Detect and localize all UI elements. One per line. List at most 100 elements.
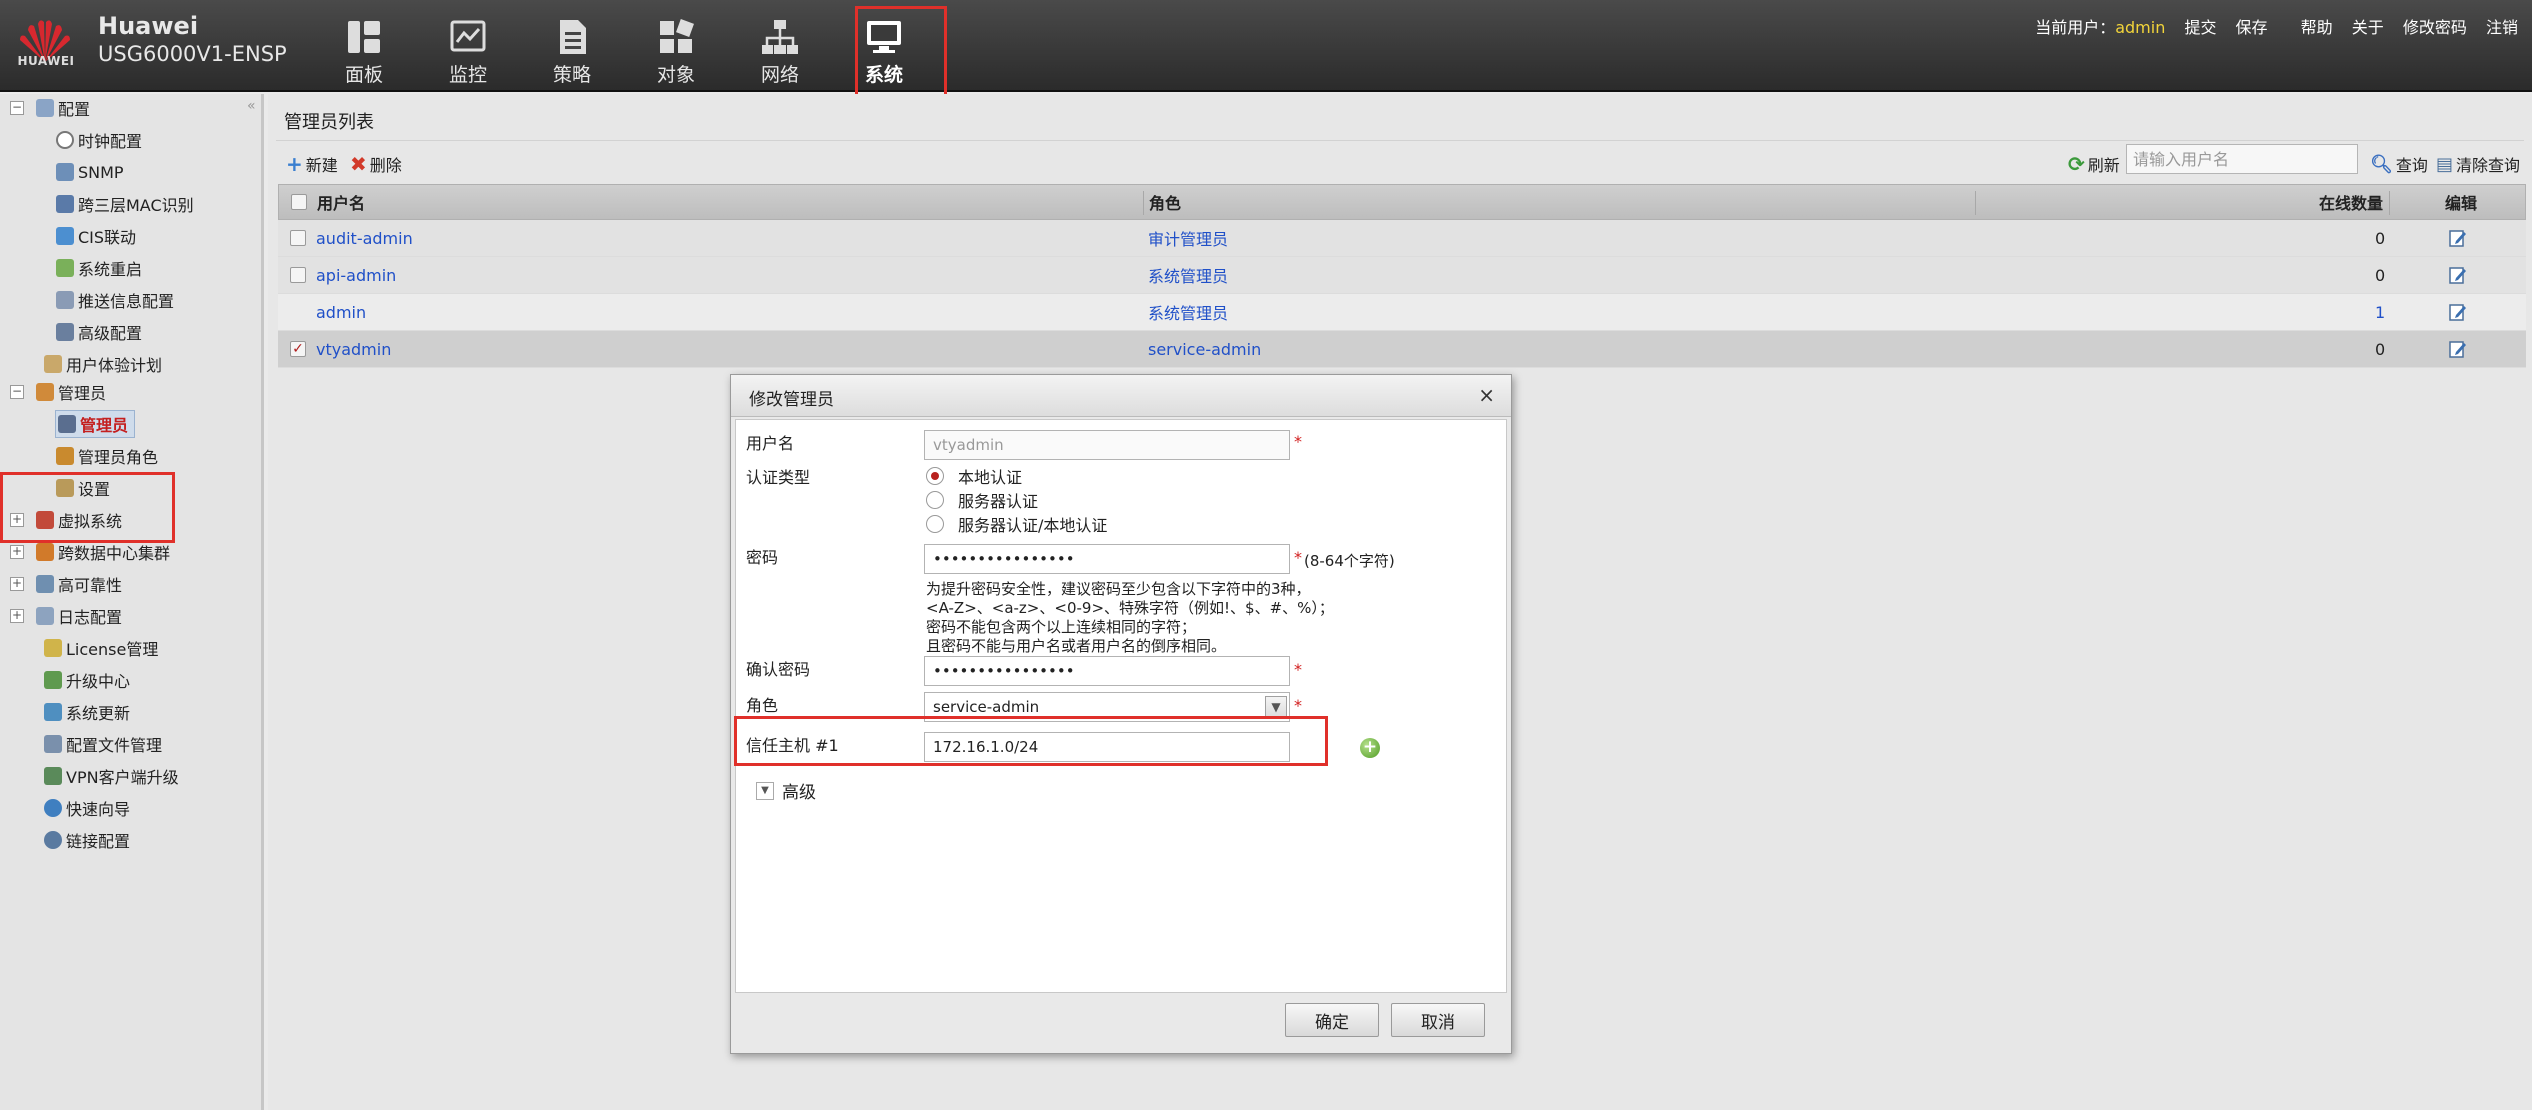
tree-label: 管理员 xyxy=(80,416,129,435)
edit-button[interactable] xyxy=(2448,220,2468,256)
add-trusted-host-icon[interactable]: + xyxy=(1360,738,1380,758)
tree-node-admin[interactable]: − 管理员 xyxy=(10,378,106,406)
search-input[interactable] xyxy=(2126,144,2358,174)
query-button[interactable]: 🔍︎ 查询 xyxy=(2370,152,2428,176)
chevron-down-icon[interactable]: ▼ xyxy=(1265,696,1287,718)
tree-label: 系统重启 xyxy=(78,260,143,279)
col-role[interactable]: 角色 xyxy=(1149,185,1181,219)
edit-button[interactable] xyxy=(2448,294,2468,330)
hint-line: 为提升密码安全性，建议密码至少包含以下字符中的3种， xyxy=(926,580,1311,598)
checkbox[interactable] xyxy=(291,194,307,210)
tree-node-admin-list[interactable]: 管理员 xyxy=(0,410,175,438)
table-row[interactable]: ✓ vtyadmin service-admin 0 xyxy=(278,331,2526,368)
submit-link[interactable]: 提交 xyxy=(2184,18,2216,37)
tree-node-update[interactable]: 系统更新 xyxy=(44,698,130,726)
nav-label: 监控 xyxy=(448,64,487,86)
radio[interactable] xyxy=(926,515,944,533)
table-row[interactable]: audit-admin 审计管理员 0 xyxy=(278,220,2526,257)
table-row[interactable]: admin 系统管理员 1 xyxy=(278,294,2526,331)
expand-arrow-icon[interactable]: ▼ xyxy=(756,781,774,800)
new-label: 新建 xyxy=(305,156,338,175)
tree-node-ha[interactable]: + 高可靠性 xyxy=(10,570,122,598)
tree-node-license[interactable]: License管理 xyxy=(44,634,158,662)
tree-label: 用户体验计划 xyxy=(66,356,163,375)
dialog-title-bar[interactable]: 修改管理员 × xyxy=(731,375,1511,417)
tree-node-push[interactable]: 推送信息配置 xyxy=(56,286,174,314)
online-count-link[interactable]: 1 xyxy=(2375,294,2385,330)
auth-server-radio[interactable]: 服务器认证 xyxy=(926,488,1038,512)
radio-selected[interactable] xyxy=(926,467,944,485)
tree-node-config-file[interactable]: 配置文件管理 xyxy=(44,730,162,758)
close-icon[interactable]: × xyxy=(1478,383,1495,407)
role-link[interactable]: service-admin xyxy=(1148,331,1261,367)
cancel-button[interactable]: 取消 xyxy=(1391,1003,1485,1037)
advanced-toggle[interactable]: ▼ 高级 xyxy=(756,778,816,803)
role-link[interactable]: 审计管理员 xyxy=(1148,220,1228,256)
row-checkbox[interactable] xyxy=(290,230,306,246)
expand-toggle[interactable]: + xyxy=(10,609,24,623)
delete-button[interactable]: ✖ 删除 xyxy=(350,152,402,176)
tree-node-log[interactable]: + 日志配置 xyxy=(10,602,122,630)
expand-toggle[interactable]: + xyxy=(10,577,24,591)
table-row[interactable]: api-admin 系统管理员 0 xyxy=(278,257,2526,294)
tree-node-advanced[interactable]: 高级配置 xyxy=(56,318,142,346)
tree-node-reboot[interactable]: 系统重启 xyxy=(56,254,142,282)
username-link[interactable]: vtyadmin xyxy=(316,331,391,367)
tree-node-admin-role[interactable]: 管理员角色 xyxy=(56,442,158,470)
tree-node-ux-plan[interactable]: 用户体验计划 xyxy=(44,350,162,378)
admin-role-icon xyxy=(56,447,74,465)
select-all-checkbox[interactable] xyxy=(291,185,307,219)
col-online[interactable]: 在线数量 xyxy=(2319,185,2383,219)
new-button[interactable]: + 新建 xyxy=(286,152,338,176)
column-separator xyxy=(1975,191,1976,215)
tree-node-mac[interactable]: 跨三层MAC识别 xyxy=(56,190,194,218)
tree-node-clock[interactable]: 时钟配置 xyxy=(56,126,142,154)
nav-network[interactable]: 网络 xyxy=(728,0,832,92)
tree-node-vpn-client[interactable]: VPN客户端升级 xyxy=(44,762,179,790)
change-password-link[interactable]: 修改密码 xyxy=(2403,18,2467,37)
password-length-note: (8-64个字符) xyxy=(1304,552,1395,570)
logout-link[interactable]: 注销 xyxy=(2486,18,2518,37)
sidebar-collapse-button[interactable]: « xyxy=(247,98,256,114)
username-link[interactable]: audit-admin xyxy=(316,220,413,256)
help-link[interactable]: 帮助 xyxy=(2301,18,2333,37)
edit-button[interactable] xyxy=(2448,257,2468,293)
save-link[interactable]: 保存 xyxy=(2236,18,2268,37)
about-link[interactable]: 关于 xyxy=(2352,18,2384,37)
role-link[interactable]: 系统管理员 xyxy=(1148,294,1228,330)
hint-line: 密码不能包含两个以上连续相同的字符； xyxy=(926,618,1197,636)
confirm-password-field[interactable]: •••••••••••••••• xyxy=(924,656,1290,686)
tree-label: 升级中心 xyxy=(66,672,131,691)
clear-query-button[interactable]: ▤ 清除查询 xyxy=(2436,152,2520,176)
required-mark: * xyxy=(1294,696,1302,715)
admin-icon xyxy=(36,383,54,401)
edit-icon xyxy=(2449,230,2466,247)
logo-text: HUAWEI xyxy=(17,54,75,68)
role-link[interactable]: 系统管理员 xyxy=(1148,257,1228,293)
col-username[interactable]: 用户名 xyxy=(317,185,365,219)
ok-button[interactable]: 确定 xyxy=(1285,1003,1379,1037)
radio[interactable] xyxy=(926,491,944,509)
collapse-toggle[interactable]: − xyxy=(10,385,24,399)
edit-button[interactable] xyxy=(2448,331,2468,367)
nav-object[interactable]: 对象 xyxy=(624,0,728,92)
tree-node-wizard[interactable]: 快速向导 xyxy=(44,794,130,822)
tree-node-snmp[interactable]: SNMP xyxy=(56,158,124,186)
username-link[interactable]: admin xyxy=(316,294,366,330)
tree-node-config[interactable]: − 配置 xyxy=(10,94,90,122)
nav-policy[interactable]: 策略 xyxy=(520,0,624,92)
tree-node-cis[interactable]: CIS联动 xyxy=(56,222,136,250)
tree-node-upgrade[interactable]: 升级中心 xyxy=(44,666,130,694)
row-checkbox-checked[interactable]: ✓ xyxy=(290,341,306,357)
auth-local-radio[interactable]: 本地认证 xyxy=(926,464,1022,488)
auth-server-local-radio[interactable]: 服务器认证/本地认证 xyxy=(926,512,1107,536)
username-link[interactable]: api-admin xyxy=(316,257,396,293)
tree-node-link[interactable]: 链接配置 xyxy=(44,826,130,854)
nav-dashboard[interactable]: 面板 xyxy=(312,0,416,92)
nav-monitor[interactable]: 监控 xyxy=(416,0,520,92)
refresh-button[interactable]: ⟳ 刷新 xyxy=(2068,152,2120,176)
expand-toggle[interactable]: + xyxy=(10,545,24,559)
collapse-toggle[interactable]: − xyxy=(10,101,24,115)
password-field[interactable]: •••••••••••••••• xyxy=(924,544,1290,574)
row-checkbox[interactable] xyxy=(290,267,306,283)
